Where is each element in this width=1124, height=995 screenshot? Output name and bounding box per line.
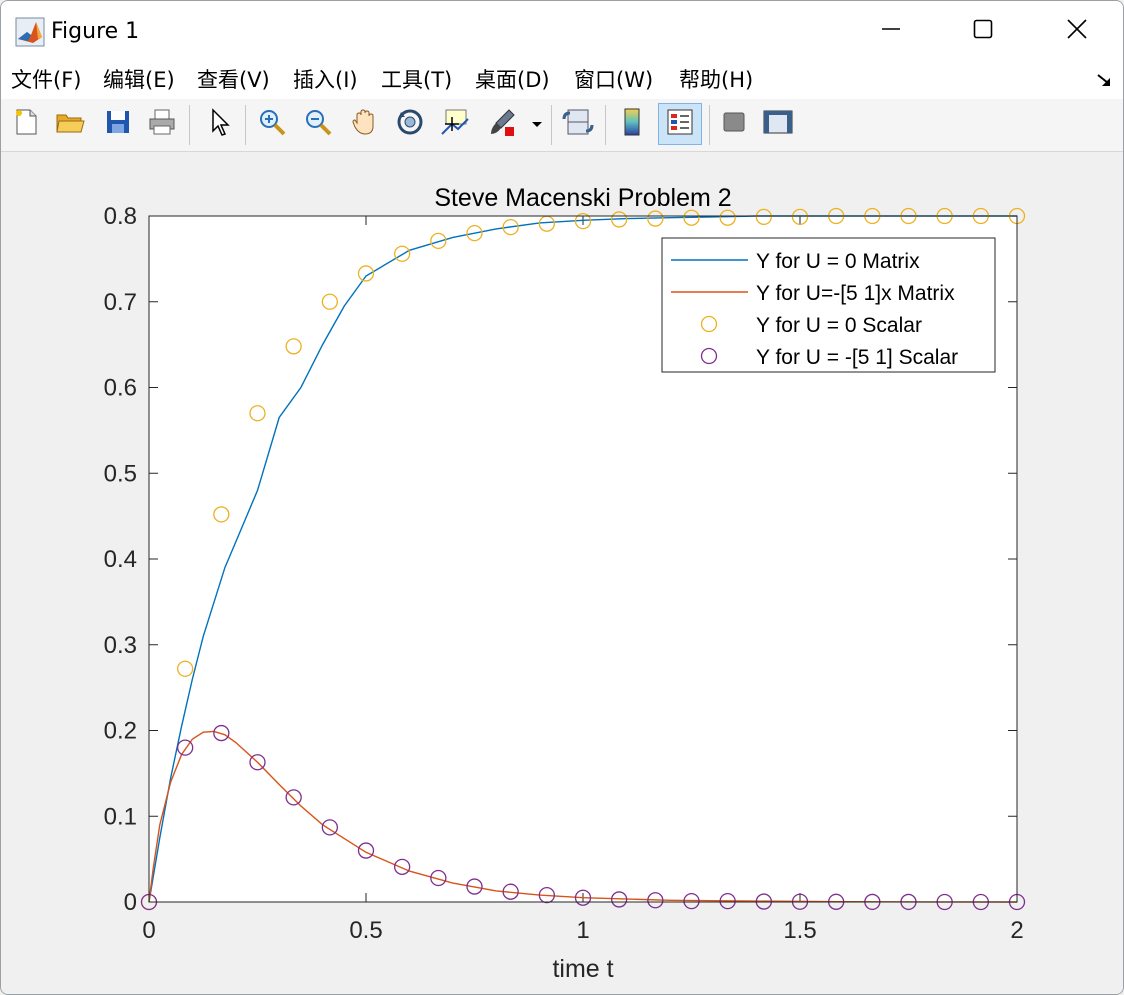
x-tick-label: 2 <box>1010 917 1023 944</box>
new-document-icon <box>11 107 41 141</box>
caret-down-icon <box>531 115 543 134</box>
x-axis-label: time t <box>552 955 613 983</box>
zoom-out-button[interactable] <box>299 105 337 143</box>
link-plot-button[interactable] <box>559 105 597 143</box>
figure-toolbar <box>1 99 1123 152</box>
toolbar-separator <box>551 105 552 145</box>
legend-entry-label: Y for U = 0 Scalar <box>756 314 922 337</box>
figure-window: Figure 1 文件(F) 编辑(E) 查看(V) 插入(I) 工具(T) 桌… <box>0 0 1124 995</box>
y-tick-label: 0.3 <box>104 632 137 659</box>
legend-entry-label: Y for U=-[5 1]x Matrix <box>756 282 955 305</box>
brush-icon <box>487 107 517 141</box>
legend-icon <box>665 107 695 141</box>
toolbar-separator <box>605 105 606 145</box>
minimize-button[interactable] <box>845 1 937 61</box>
close-icon <box>1066 18 1088 44</box>
zoom-in-icon <box>257 107 287 141</box>
toolbar-separator <box>189 105 190 145</box>
rotate-3d-icon <box>395 107 425 141</box>
maximize-button[interactable] <box>937 1 1029 61</box>
minimize-icon <box>881 19 901 43</box>
pan-button[interactable] <box>345 105 383 143</box>
show-plot-tools-icon <box>761 107 795 141</box>
y-tick-label: 0.4 <box>104 546 137 573</box>
y-tick-label: 0.5 <box>104 460 137 487</box>
zoom-out-icon <box>303 107 333 141</box>
data-cursor-icon <box>438 107 470 141</box>
menu-insert[interactable]: 插入(I) <box>293 65 358 95</box>
x-tick-label: 0.5 <box>349 917 382 944</box>
insert-legend-button[interactable] <box>658 103 702 145</box>
edit-plot-button[interactable] <box>199 105 237 143</box>
printer-icon <box>146 107 178 141</box>
menu-edit[interactable]: 编辑(E) <box>103 65 175 95</box>
menu-bar: 文件(F) 编辑(E) 查看(V) 插入(I) 工具(T) 桌面(D) 窗口(W… <box>1 61 1123 99</box>
hide-plot-tools-icon <box>720 107 748 141</box>
insert-colorbar-button[interactable] <box>613 105 651 143</box>
close-button[interactable] <box>1031 1 1123 61</box>
y-tick-label: 0.7 <box>104 289 137 316</box>
title-bar[interactable]: Figure 1 <box>1 1 1123 61</box>
maximize-icon <box>973 19 993 43</box>
brush-button[interactable] <box>483 105 521 143</box>
save-button[interactable] <box>99 105 137 143</box>
save-disk-icon <box>103 107 133 141</box>
x-tick-label: 0 <box>142 917 155 944</box>
menu-tools[interactable]: 工具(T) <box>381 65 452 95</box>
figure-area: Steve Macenski Problem 2 time t 0 0.5 1 1.5… <box>1 152 1123 994</box>
chart[interactable]: Steve Macenski Problem 2 time t 0 0.5 1 1.5… <box>1 152 1123 994</box>
y-tick-label: 0.2 <box>104 718 137 745</box>
undock-arrow-icon[interactable] <box>1095 71 1113 89</box>
hide-plot-tools-button[interactable] <box>715 105 753 143</box>
colorbar-icon <box>620 107 644 141</box>
toolbar-separator <box>245 105 246 145</box>
pointer-arrow-icon <box>204 107 232 141</box>
legend-entry-label: Y for U = 0 Matrix <box>756 250 920 273</box>
brush-menu-button[interactable] <box>527 105 547 143</box>
menu-view[interactable]: 查看(V) <box>197 65 270 95</box>
matlab-logo-icon <box>15 17 45 47</box>
legend-entry-label: Y for U = -[5 1] Scalar <box>756 346 958 369</box>
print-button[interactable] <box>143 105 181 143</box>
link-plot-icon <box>562 107 594 141</box>
y-tick-label: 0.6 <box>104 375 137 402</box>
toolbar-separator <box>709 105 710 145</box>
menu-window[interactable]: 窗口(W) <box>574 65 653 95</box>
menu-desktop[interactable]: 桌面(D) <box>475 65 550 95</box>
open-file-button[interactable] <box>51 105 89 143</box>
data-cursor-button[interactable] <box>435 105 473 143</box>
menu-file[interactable]: 文件(F) <box>11 65 81 95</box>
pan-hand-icon <box>349 107 379 141</box>
new-figure-button[interactable] <box>7 105 45 143</box>
show-plot-tools-button[interactable] <box>759 105 797 143</box>
x-tick-label: 1 <box>576 917 589 944</box>
rotate-3d-button[interactable] <box>391 105 429 143</box>
menu-help[interactable]: 帮助(H) <box>679 65 753 95</box>
chart-title: Steve Macenski Problem 2 <box>434 184 731 212</box>
folder-open-icon <box>54 107 86 141</box>
x-tick-label: 1.5 <box>783 917 816 944</box>
y-tick-label: 0.1 <box>104 803 137 830</box>
window-title: Figure 1 <box>51 19 140 44</box>
zoom-in-button[interactable] <box>253 105 291 143</box>
y-tick-label: 0.8 <box>104 203 137 230</box>
y-tick-label: 0 <box>124 889 137 916</box>
